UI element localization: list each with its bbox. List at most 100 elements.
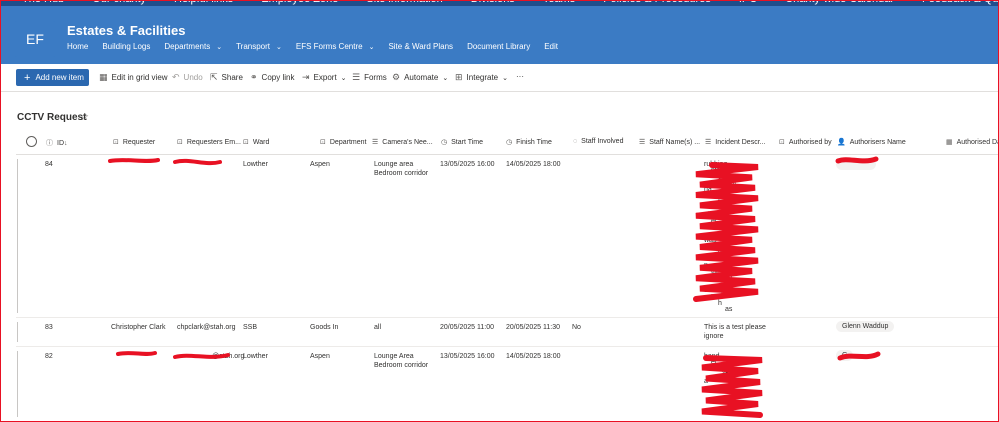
- undo-icon: ↶: [172, 72, 180, 82]
- column-header[interactable]: ⓘ ID ↓: [46, 138, 72, 148]
- list-title: CCTV Request: [17, 112, 87, 123]
- cell-incident-description: as: [725, 305, 733, 313]
- row-selection-indicator[interactable]: [17, 322, 18, 342]
- link-icon: ⚭: [250, 72, 258, 82]
- site-header: EF Estates & Facilities Home Building Log…: [0, 6, 999, 64]
- hub-nav-item[interactable]: Charity-wide Calendar: [785, 0, 894, 5]
- site-nav-item[interactable]: Transport ⌄: [236, 42, 282, 51]
- integrate-button[interactable]: ⊞ Integrate ⌄: [455, 72, 508, 83]
- chevron-down-icon: ⌄: [216, 43, 223, 51]
- column-type-icon: ▦: [946, 139, 953, 146]
- column-header[interactable]: ☰ Staff Name(s) ...: [639, 138, 700, 147]
- cell-incident-description: Due: [725, 371, 738, 379]
- hub-nav-item[interactable]: Our charity: [92, 0, 146, 5]
- site-nav-label: Transport: [236, 42, 270, 51]
- site-nav-item[interactable]: Building Logs: [102, 42, 150, 51]
- authoriser-persona[interactable]: [836, 158, 876, 170]
- cell-start-time: 13/05/2025 16:00: [440, 353, 495, 360]
- column-header[interactable]: 👤 Authorisers Name: [837, 138, 906, 147]
- site-nav-label: Building Logs: [102, 42, 151, 51]
- site-nav-item[interactable]: Home: [67, 42, 88, 51]
- column-header[interactable]: ⊡ Department: [320, 138, 366, 147]
- undo-button[interactable]: ↶ Undo: [172, 72, 203, 83]
- cell-incident-description: This is a test please: [704, 324, 766, 331]
- cell-id: 84: [45, 161, 53, 168]
- cell-incident-description: ht: [725, 230, 731, 238]
- column-header[interactable]: ◷ Finish Time: [506, 138, 552, 147]
- column-header[interactable]: ◷ Start Time: [441, 138, 483, 147]
- favorite-star-icon[interactable]: ☆: [80, 112, 89, 123]
- more-icon: ···: [516, 72, 524, 81]
- hub-nav-item[interactable]: Site information: [366, 0, 442, 5]
- table-row[interactable]: 84 Lowther Aspen Lounge area Bedroom corrido…: [16, 155, 999, 318]
- table-row[interactable]: 83 Christopher Clark chpclark@stah.org SSB G…: [16, 318, 999, 347]
- site-nav-item[interactable]: Edit: [544, 42, 558, 51]
- cell-incident-description: a: [704, 378, 708, 386]
- export-label: Export: [313, 73, 337, 82]
- cell-incident-description: n: [704, 261, 708, 269]
- site-title[interactable]: Estates & Facilities: [67, 23, 186, 38]
- site-nav-label: Departments: [164, 42, 211, 51]
- column-header[interactable]: ◌ Staff Involved: [573, 138, 623, 145]
- automate-label: Automate: [404, 73, 439, 82]
- cell-incident-description: and: [711, 384, 723, 392]
- column-header[interactable]: ⊡ Ward: [243, 138, 269, 147]
- hub-nav-item[interactable]: Policies & Procedures: [603, 0, 711, 5]
- table-row[interactable]: 82 @stah.org Lowther Aspen Lounge Area Bedroo…: [16, 347, 999, 422]
- authoriser-persona[interactable]: Glenn Waddup: [836, 321, 895, 332]
- column-header[interactable]: ☰ Camera's Nee...: [372, 138, 433, 147]
- chevron-down-icon: ⌄: [502, 74, 508, 82]
- edit-grid-view-button[interactable]: ▦ Edit in grid view: [99, 72, 168, 83]
- cell-requester: Christopher Clark: [111, 324, 166, 331]
- column-header[interactable]: ⊡ Authorised by: [779, 138, 832, 147]
- column-type-icon: ⊡: [243, 139, 249, 146]
- forms-label: Forms: [364, 73, 387, 82]
- share-button[interactable]: ⇱ Share: [210, 72, 243, 83]
- cell-id: 82: [45, 353, 53, 360]
- authoriser-persona[interactable]: G: [836, 350, 854, 361]
- integrate-label: Integrate: [466, 73, 499, 82]
- add-new-item-button[interactable]: + Add new item: [16, 69, 89, 86]
- forms-button[interactable]: ☰ Forms: [352, 72, 387, 83]
- cell-requester-email: @stah.org: [212, 353, 245, 360]
- hub-nav-item[interactable]: IPC: [739, 0, 757, 5]
- more-options-button[interactable]: ···: [516, 72, 524, 81]
- column-header[interactable]: ⊡ Requester: [113, 138, 155, 147]
- column-header[interactable]: ▦ Authorised Dat: [946, 138, 999, 147]
- copy-link-button[interactable]: ⚭ Copy link: [250, 72, 294, 83]
- cell-ward: Lowther: [243, 353, 268, 360]
- automate-icon: ⚙: [392, 72, 401, 82]
- cell-incident-description: ignore: [704, 333, 724, 340]
- cell-incident-description: er: [711, 217, 718, 225]
- site-logo[interactable]: EF: [15, 21, 55, 57]
- hub-nav-item[interactable]: Helpful links: [174, 0, 233, 5]
- site-nav-item[interactable]: Departments ⌄: [164, 42, 222, 51]
- site-nav-item[interactable]: Document Library: [467, 42, 530, 51]
- hub-nav-item[interactable]: Employee Zone: [261, 0, 338, 5]
- hub-nav-item[interactable]: Teams: [543, 0, 575, 5]
- hub-nav-item[interactable]: The Hub: [22, 0, 64, 5]
- hub-nav-item[interactable]: Divisions: [471, 0, 515, 5]
- share-label: Share: [221, 73, 243, 82]
- cell-incident-description: k: [725, 205, 729, 213]
- export-button[interactable]: ⇥ Export ⌄: [302, 72, 347, 83]
- column-header-label: Camera's Nee...: [382, 138, 433, 146]
- cell-finish-time: 14/05/2025 18:00: [506, 161, 561, 168]
- row-selection-indicator[interactable]: [17, 351, 18, 417]
- row-selection-indicator[interactable]: [17, 159, 18, 313]
- column-type-icon: ☰: [705, 139, 712, 146]
- column-header-label: Authorisers Name: [849, 138, 906, 146]
- select-all-checkbox[interactable]: [26, 136, 37, 147]
- automate-button[interactable]: ⚙ Automate ⌄: [392, 72, 448, 83]
- chevron-down-icon: ⌄: [442, 74, 449, 82]
- site-nav-label: EFS Forms Centre: [295, 42, 363, 51]
- column-header[interactable]: ⊡ Requesters Em...: [177, 138, 241, 147]
- column-type-icon: ⓘ: [46, 140, 53, 147]
- column-type-icon: ⊡: [320, 139, 326, 146]
- column-header[interactable]: ☰ Incident Descr...: [705, 138, 765, 147]
- hub-nav-item[interactable]: Feedback & Questions: [922, 0, 999, 5]
- cell-requester-email: chpclark@stah.org: [177, 324, 236, 331]
- site-nav-item[interactable]: EFS Forms Centre ⌄: [296, 42, 375, 51]
- site-nav-label: Edit: [544, 42, 558, 51]
- site-nav-item[interactable]: Site & Ward Plans: [388, 42, 453, 51]
